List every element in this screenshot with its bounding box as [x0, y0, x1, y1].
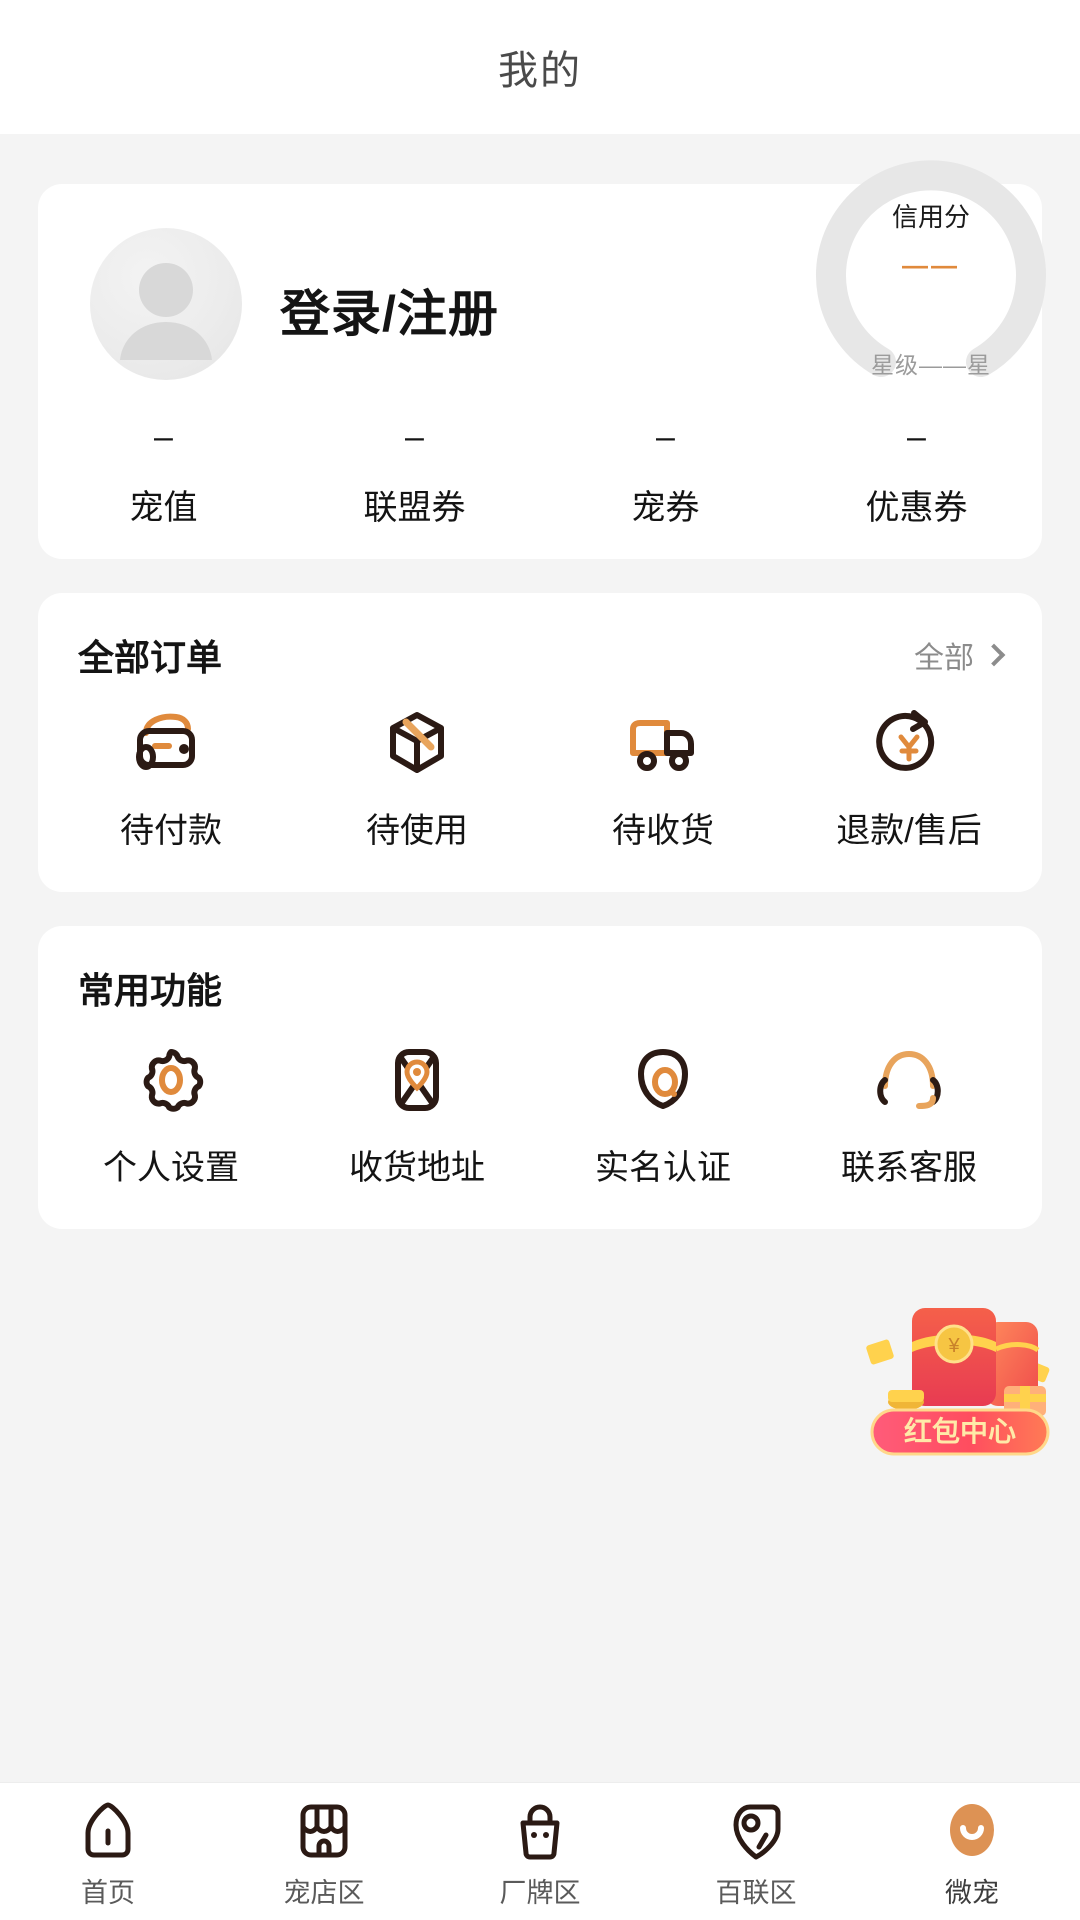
order-item-label: 待使用 [366, 812, 468, 850]
order-item-pending-use[interactable]: 待使用 [294, 701, 540, 852]
orders-view-all-button[interactable]: 全部 [914, 633, 1006, 677]
tab-label: 宠店区 [283, 1878, 365, 1908]
functions-card: 常用功能 个人设置 收货地址 实名认证 联系客服 [38, 926, 1042, 1229]
functions-header: 常用功能 [38, 962, 1042, 1014]
orders-view-all-label: 全部 [914, 642, 974, 675]
stat-item[interactable]: – 宠值 [38, 420, 289, 529]
id-verify-icon [540, 1034, 786, 1126]
order-item-refund[interactable]: 退款/售后 [786, 701, 1032, 852]
wallet-icon [48, 701, 294, 785]
chevron-right-icon [982, 643, 1006, 667]
function-item-label: 个人设置 [103, 1149, 239, 1187]
home-icon [0, 1797, 216, 1863]
page-header: 我的 [0, 0, 1080, 134]
order-item-pending-payment[interactable]: 待付款 [48, 701, 294, 852]
order-item-pending-receive[interactable]: 待收货 [540, 701, 786, 852]
brand-bag-icon [432, 1797, 648, 1863]
headset-icon [786, 1034, 1032, 1126]
app-screen: 我的 登录/注册 信用分 —— 星级——星 – 宠值 – 联盟券 – 宠券 – … [0, 0, 1080, 1920]
tab-label: 首页 [81, 1878, 135, 1908]
function-item-id-verify[interactable]: 实名认证 [540, 1034, 786, 1189]
stat-value: – [405, 418, 424, 456]
credit-score-widget[interactable]: 信用分 —— 星级——星 [786, 126, 1076, 416]
stat-item[interactable]: – 优惠券 [791, 420, 1042, 529]
tag-icon [648, 1797, 864, 1863]
avatar[interactable] [90, 228, 242, 380]
tab-bailian[interactable]: 百联区 [648, 1797, 864, 1910]
stat-value: – [907, 418, 926, 456]
bottom-tab-bar: 首页 宠店区 厂牌区 百联区 微宠 [0, 1782, 1080, 1920]
order-item-label: 待收货 [612, 812, 714, 850]
stat-label: 宠券 [631, 489, 700, 527]
tab-label: 厂牌区 [499, 1878, 581, 1908]
page-title: 我的 [498, 49, 582, 93]
stat-item[interactable]: – 联盟券 [289, 420, 540, 529]
orders-title: 全部订单 [78, 637, 223, 678]
function-item-personal-settings[interactable]: 个人设置 [48, 1034, 294, 1189]
redpacket-center-button[interactable]: ¥ 红包中心 [854, 1294, 1064, 1469]
function-item-label: 联系客服 [841, 1149, 977, 1187]
gear-icon [48, 1034, 294, 1126]
refund-yuan-icon [786, 701, 1032, 785]
stat-value: – [154, 418, 173, 456]
scroll-body[interactable]: 登录/注册 信用分 —— 星级——星 – 宠值 – 联盟券 – 宠券 – 优惠券… [0, 134, 1080, 1782]
credit-score-label: 信用分 [891, 202, 970, 232]
profile-smile-icon [864, 1797, 1080, 1863]
tab-pet-shop[interactable]: 宠店区 [216, 1797, 432, 1910]
stat-label: 联盟券 [363, 489, 466, 527]
tab-label: 百联区 [715, 1878, 797, 1908]
tab-profile[interactable]: 微宠 [864, 1797, 1080, 1910]
stat-label: 优惠券 [865, 489, 968, 527]
order-item-label: 退款/售后 [836, 812, 982, 850]
profile-stats-row: – 宠值 – 联盟券 – 宠券 – 优惠券 [38, 420, 1042, 529]
function-item-address[interactable]: 收货地址 [294, 1034, 540, 1189]
shop-icon [216, 1797, 432, 1863]
orders-card: 全部订单 全部 待付款 待使用 待收货 退款/售后 [38, 593, 1042, 892]
functions-title: 常用功能 [78, 970, 223, 1011]
profile-card: 登录/注册 信用分 —— 星级——星 – 宠值 – 联盟券 – 宠券 – 优惠券 [38, 160, 1046, 559]
orders-header: 全部订单 全部 [38, 629, 1042, 681]
package-box-icon [294, 701, 540, 785]
address-location-icon [294, 1034, 540, 1126]
tab-brand[interactable]: 厂牌区 [432, 1797, 648, 1910]
stat-item[interactable]: – 宠券 [540, 420, 791, 529]
order-item-label: 待付款 [120, 812, 222, 850]
redpacket-label: 红包中心 [904, 1415, 1016, 1447]
stat-value: – [656, 418, 675, 456]
function-item-label: 实名认证 [595, 1149, 731, 1187]
svg-text:¥: ¥ [947, 1335, 960, 1357]
default-user-avatar-icon [120, 263, 212, 360]
tab-label: 微宠 [945, 1878, 999, 1908]
credit-inner: 信用分 —— [786, 204, 1076, 278]
tab-home[interactable]: 首页 [0, 1797, 216, 1910]
orders-grid: 待付款 待使用 待收货 退款/售后 [38, 701, 1042, 852]
credit-star-text: 星级——星 [871, 352, 991, 378]
stat-label: 宠值 [129, 489, 198, 527]
red-packet-icon: ¥ 红包中心 [866, 1308, 1050, 1456]
function-item-customer-service[interactable]: 联系客服 [786, 1034, 1032, 1189]
login-register-button[interactable]: 登录/注册 [280, 274, 499, 346]
credit-score-value: —— [902, 250, 960, 280]
delivery-truck-icon [540, 701, 786, 785]
function-item-label: 收货地址 [349, 1149, 485, 1187]
functions-grid: 个人设置 收货地址 实名认证 联系客服 [38, 1034, 1042, 1189]
